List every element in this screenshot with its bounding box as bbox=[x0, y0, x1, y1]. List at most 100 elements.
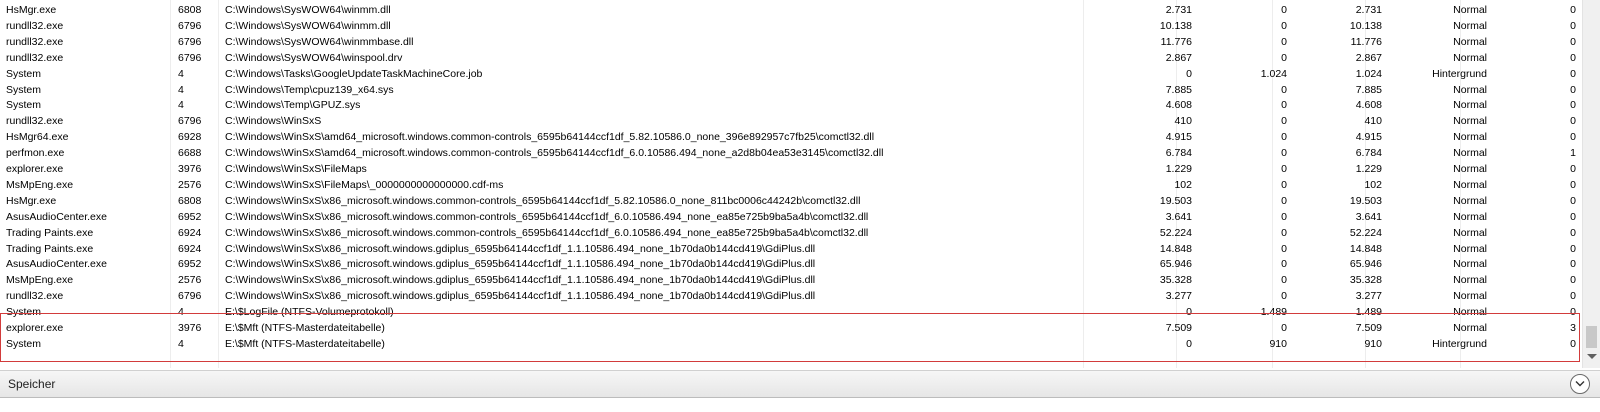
total-bytes-cell: 14.848 bbox=[1349, 242, 1382, 255]
read-bytes-cell: 3.641 bbox=[1165, 210, 1192, 223]
response-time-cell: 0 bbox=[1570, 67, 1576, 80]
total-bytes-cell: 6.784 bbox=[1355, 147, 1382, 160]
pid-cell: 6796 bbox=[178, 51, 202, 64]
image-name-cell: HsMgr64.exe bbox=[6, 131, 69, 144]
file-path-cell: C:\Windows\WinSxS\x86_microsoft.windows.… bbox=[225, 242, 816, 255]
file-path-cell: E:\$Mft (NTFS-Masterdateitabelle) bbox=[225, 322, 385, 334]
table-row[interactable]: HsMgr.exe 6808 C:\Windows\SysWOW64\winmm.d… bbox=[0, 2, 1582, 18]
read-bytes-cell: 6.784 bbox=[1165, 147, 1192, 160]
read-bytes-cell: 3.277 bbox=[1165, 290, 1192, 303]
io-priority-cell: Normal bbox=[1453, 19, 1487, 32]
table-row[interactable]: Trading Paints.exe 6924 C:\Windows\WinSxS\… bbox=[0, 241, 1582, 257]
write-bytes-cell: 0 bbox=[1281, 131, 1287, 144]
table-row[interactable]: rundll32.exe 6796 C:\Windows\SysWOW64\wins… bbox=[0, 50, 1582, 66]
response-time-cell: 0 bbox=[1570, 51, 1576, 64]
pid-cell: 6952 bbox=[178, 210, 202, 223]
pid-cell: 6796 bbox=[178, 19, 202, 32]
file-path-cell: E:\$LogFile (NTFS-Volumeprotokoll) bbox=[225, 306, 394, 319]
table-row[interactable]: System 4 C:\Windows\Temp\cpuz139_x64.sys 7.… bbox=[0, 82, 1582, 98]
total-bytes-cell: 2.731 bbox=[1355, 4, 1382, 16]
table-row[interactable]: MsMpEng.exe 2576 C:\Windows\WinSxS\x86_mic… bbox=[0, 272, 1582, 288]
write-bytes-cell: 0 bbox=[1281, 19, 1287, 32]
table-row[interactable]: AsusAudioCenter.exe 6952 C:\Windows\WinSxS… bbox=[0, 256, 1582, 272]
write-bytes-cell: 0 bbox=[1281, 115, 1287, 128]
image-name-cell: Trading Paints.exe bbox=[6, 226, 94, 239]
file-path-cell: C:\Windows\WinSxS\x86_microsoft.windows.… bbox=[225, 274, 816, 287]
chevron-down-icon[interactable] bbox=[1570, 374, 1590, 394]
file-path-cell: C:\Windows\SysWOW64\winmmbase.dll bbox=[225, 35, 414, 48]
total-bytes-cell: 10.138 bbox=[1349, 19, 1382, 32]
write-bytes-cell: 910 bbox=[1269, 337, 1287, 350]
response-time-cell: 0 bbox=[1570, 19, 1576, 32]
table-row[interactable]: HsMgr.exe 6808 C:\Windows\WinSxS\x86_micro… bbox=[0, 193, 1582, 209]
file-path-cell: C:\Windows\WinSxS\x86_microsoft.windows.… bbox=[225, 194, 861, 207]
pid-cell: 6796 bbox=[178, 115, 202, 128]
table-row[interactable]: System 4 C:\Windows\Tasks\GoogleUpdateTask… bbox=[0, 66, 1582, 82]
read-bytes-cell: 4.915 bbox=[1165, 131, 1192, 144]
image-name-cell: HsMgr.exe bbox=[6, 4, 57, 16]
file-path-cell: C:\Windows\WinSxS\x86_microsoft.windows.… bbox=[225, 290, 816, 303]
file-path-cell: C:\Windows\Temp\cpuz139_x64.sys bbox=[225, 83, 394, 96]
scrollbar-thumb[interactable] bbox=[1586, 326, 1597, 348]
total-bytes-cell: 1.229 bbox=[1355, 163, 1382, 175]
table-row[interactable]: rundll32.exe 6796 C:\Windows\SysWOW64\winm… bbox=[0, 34, 1582, 50]
table-row[interactable]: rundll32.exe 6796 C:\Windows\WinSxS 410 0 410… bbox=[0, 113, 1582, 129]
total-bytes-cell: 1.489 bbox=[1355, 306, 1382, 319]
section-header-speicher[interactable]: Speicher bbox=[0, 370, 1600, 398]
table-row[interactable]: MsMpEng.exe 2576 C:\Windows\WinSxS\FileMap… bbox=[0, 177, 1582, 193]
read-bytes-cell: 65.946 bbox=[1159, 258, 1192, 271]
table-row[interactable]: System 4 E:\$LogFile (NTFS-Volumeprotokoll… bbox=[0, 304, 1582, 320]
file-path-cell: C:\Windows\SysWOW64\winmm.dll bbox=[225, 19, 391, 32]
io-priority-cell: Normal bbox=[1453, 210, 1487, 223]
total-bytes-cell: 1.024 bbox=[1355, 67, 1382, 80]
table-row[interactable]: Trading Paints.exe 6924 C:\Windows\WinSxS\… bbox=[0, 225, 1582, 241]
scroll-down-arrow-icon[interactable] bbox=[1587, 354, 1597, 359]
table-row[interactable]: AsusAudioCenter.exe 6952 C:\Windows\WinSxS… bbox=[0, 209, 1582, 225]
io-priority-cell: Normal bbox=[1453, 290, 1487, 303]
table-row[interactable]: explorer.exe 3976 E:\$Mft (NTFS-Masterdate… bbox=[0, 320, 1582, 336]
response-time-cell: 0 bbox=[1570, 99, 1576, 112]
total-bytes-cell: 3.641 bbox=[1355, 210, 1382, 223]
table-row[interactable]: rundll32.exe 6796 C:\Windows\WinSxS\x86_mi… bbox=[0, 288, 1582, 304]
table-row[interactable]: rundll32.exe 6796 C:\Windows\SysWOW64\winm… bbox=[0, 18, 1582, 34]
table-row[interactable]: System 4 C:\Windows\Temp\GPUZ.sys 4.608 0 4.6… bbox=[0, 97, 1582, 113]
response-time-cell: 0 bbox=[1570, 35, 1576, 48]
total-bytes-cell: 65.946 bbox=[1349, 258, 1382, 271]
image-name-cell: rundll32.exe bbox=[6, 35, 64, 48]
io-priority-cell: Normal bbox=[1453, 147, 1487, 160]
image-name-cell: AsusAudioCenter.exe bbox=[6, 258, 107, 271]
image-name-cell: explorer.exe bbox=[6, 163, 64, 175]
table-row[interactable]: explorer.exe 3976 C:\Windows\WinSxS\FileMa… bbox=[0, 161, 1582, 177]
io-priority-cell: Normal bbox=[1453, 99, 1487, 112]
pid-cell: 6928 bbox=[178, 131, 202, 144]
file-path-cell: E:\$Mft (NTFS-Masterdateitabelle) bbox=[225, 337, 385, 350]
io-priority-cell: Normal bbox=[1453, 35, 1487, 48]
response-time-cell: 0 bbox=[1570, 163, 1576, 175]
section-title: Speicher bbox=[8, 377, 56, 391]
read-bytes-cell: 2.867 bbox=[1165, 51, 1192, 64]
write-bytes-cell: 0 bbox=[1281, 4, 1287, 16]
io-priority-cell: Normal bbox=[1453, 178, 1487, 191]
read-bytes-cell: 52.224 bbox=[1159, 226, 1192, 239]
pid-cell: 4 bbox=[178, 83, 184, 96]
table-row[interactable]: HsMgr64.exe 6928 C:\Windows\WinSxS\amd64_m… bbox=[0, 129, 1582, 145]
table-row[interactable]: System 4 E:\$Mft (NTFS-Masterdateitabelle)… bbox=[0, 336, 1582, 352]
image-name-cell: rundll32.exe bbox=[6, 115, 64, 128]
pid-cell: 4 bbox=[178, 67, 184, 80]
total-bytes-cell: 410 bbox=[1364, 115, 1382, 128]
file-path-cell: C:\Windows\Temp\GPUZ.sys bbox=[225, 99, 361, 112]
read-bytes-cell: 14.848 bbox=[1159, 242, 1192, 255]
io-priority-cell: Normal bbox=[1453, 51, 1487, 64]
io-priority-cell: Normal bbox=[1453, 274, 1487, 287]
pid-cell: 6796 bbox=[178, 35, 202, 48]
response-time-cell: 0 bbox=[1570, 115, 1576, 128]
table-row[interactable]: perfmon.exe 6688 C:\Windows\WinSxS\amd64_m… bbox=[0, 145, 1582, 161]
read-bytes-cell: 0 bbox=[1186, 337, 1192, 350]
pid-cell: 2576 bbox=[178, 178, 202, 191]
read-bytes-cell: 1.229 bbox=[1165, 163, 1192, 175]
response-time-cell: 0 bbox=[1570, 226, 1576, 239]
write-bytes-cell: 0 bbox=[1281, 258, 1287, 271]
io-priority-cell: Normal bbox=[1453, 226, 1487, 239]
pid-cell: 6924 bbox=[178, 226, 202, 239]
vertical-scrollbar[interactable] bbox=[1582, 0, 1600, 368]
